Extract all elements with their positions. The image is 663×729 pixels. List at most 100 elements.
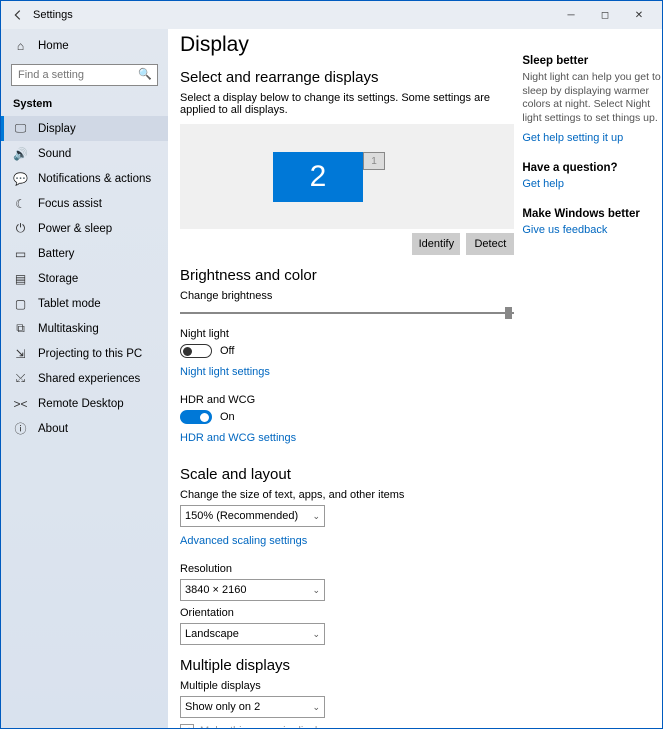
resolution-select[interactable]: 3840 × 2160 ⌄ bbox=[180, 579, 325, 601]
search-icon: 🔍 bbox=[138, 68, 152, 81]
chevron-down-icon: ⌄ bbox=[312, 702, 320, 713]
get-help-link[interactable]: Get help bbox=[522, 178, 564, 190]
question-heading: Have a question? bbox=[522, 162, 662, 174]
notifications-icon: 💬 bbox=[13, 172, 28, 186]
orientation-value: Landscape bbox=[185, 628, 239, 640]
nav-label: Shared experiences bbox=[38, 373, 140, 385]
multitask-icon: ⧉ bbox=[13, 321, 28, 336]
monitor-1[interactable]: 1 bbox=[363, 152, 385, 170]
scale-select[interactable]: 150% (Recommended) ⌄ bbox=[180, 505, 325, 527]
search-input[interactable] bbox=[11, 64, 158, 86]
sleep-link[interactable]: Get help setting it up bbox=[522, 132, 623, 144]
main-display-label: Make this my main display bbox=[200, 725, 329, 728]
multiple-heading: Multiple displays bbox=[180, 657, 514, 674]
resolution-value: 3840 × 2160 bbox=[185, 584, 246, 596]
nav-label: Focus assist bbox=[38, 198, 102, 210]
brightness-heading: Brightness and color bbox=[180, 267, 514, 284]
project-icon: ⇲ bbox=[13, 347, 28, 361]
storage-icon: ▤ bbox=[13, 272, 28, 286]
scale-heading: Scale and layout bbox=[180, 466, 514, 483]
monitor-2[interactable]: 2 bbox=[273, 152, 363, 202]
tablet-icon: ▢ bbox=[13, 297, 28, 311]
nav-label: About bbox=[38, 423, 68, 435]
sidebar-item-multitasking[interactable]: ⧉ Multitasking bbox=[1, 316, 168, 341]
nav-label: Display bbox=[38, 123, 76, 135]
page-title: Display bbox=[180, 33, 514, 57]
nav-label: Projecting to this PC bbox=[38, 348, 142, 360]
nightlight-link[interactable]: Night light settings bbox=[180, 366, 270, 378]
sidebar-item-projecting[interactable]: ⇲ Projecting to this PC bbox=[1, 341, 168, 366]
nav-label: Sound bbox=[38, 148, 71, 160]
power-icon: ⏻ bbox=[13, 221, 28, 236]
orientation-select[interactable]: Landscape ⌄ bbox=[180, 623, 325, 645]
sidebar-item-sound[interactable]: 🔊 Sound bbox=[1, 141, 168, 166]
multiple-select[interactable]: Show only on 2 ⌄ bbox=[180, 696, 325, 718]
chevron-down-icon: ⌄ bbox=[312, 585, 320, 596]
sidebar-item-about[interactable]: ⓘ About bbox=[1, 416, 168, 441]
help-pane: Sleep better Night light can help you ge… bbox=[514, 31, 662, 728]
sidebar-item-notifications[interactable]: 💬 Notifications & actions bbox=[1, 166, 168, 191]
nav-label: Multitasking bbox=[38, 323, 99, 335]
home-nav[interactable]: ⌂ Home bbox=[1, 33, 168, 58]
window-title: Settings bbox=[33, 9, 554, 21]
brightness-slider[interactable] bbox=[180, 312, 514, 314]
sidebar-item-tablet[interactable]: ▢ Tablet mode bbox=[1, 291, 168, 316]
sidebar-item-shared[interactable]: ⤩ Shared experiences bbox=[1, 366, 168, 391]
sound-icon: 🔊 bbox=[13, 147, 28, 161]
close-button[interactable]: ✕ bbox=[622, 4, 656, 26]
resolution-label: Resolution bbox=[180, 563, 514, 575]
display-icon: 🖵 bbox=[13, 121, 28, 136]
multiple-value: Show only on 2 bbox=[185, 701, 260, 713]
focus-icon: ☾ bbox=[13, 197, 28, 211]
nav-label: Battery bbox=[38, 248, 74, 260]
nightlight-state: Off bbox=[220, 345, 234, 357]
sleep-heading: Sleep better bbox=[522, 55, 662, 67]
hdr-label: HDR and WCG bbox=[180, 394, 514, 406]
display-arrangement[interactable]: 2 1 bbox=[180, 124, 514, 229]
scale-label: Change the size of text, apps, and other… bbox=[180, 489, 514, 501]
multiple-label: Multiple displays bbox=[180, 680, 514, 692]
shared-icon: ⤩ bbox=[13, 371, 28, 386]
orientation-label: Orientation bbox=[180, 607, 514, 619]
advanced-scaling-link[interactable]: Advanced scaling settings bbox=[180, 535, 307, 547]
brightness-label: Change brightness bbox=[180, 290, 514, 302]
remote-icon: >< bbox=[13, 397, 28, 411]
detect-button[interactable]: Detect bbox=[466, 233, 514, 255]
nav-label: Power & sleep bbox=[38, 223, 112, 235]
identify-button[interactable]: Identify bbox=[412, 233, 460, 255]
sidebar: ⌂ Home 🔍 System 🖵 Display 🔊 Sound 💬 Noti… bbox=[1, 29, 168, 728]
hdr-toggle[interactable] bbox=[180, 410, 212, 424]
feedback-link[interactable]: Give us feedback bbox=[522, 224, 607, 236]
feedback-heading: Make Windows better bbox=[522, 208, 662, 220]
nav-label: Remote Desktop bbox=[38, 398, 124, 410]
rearrange-subtext: Select a display below to change its set… bbox=[180, 92, 514, 116]
home-label: Home bbox=[38, 40, 69, 52]
sidebar-item-storage[interactable]: ▤ Storage bbox=[1, 266, 168, 291]
maximize-button[interactable]: ◻ bbox=[588, 4, 622, 26]
back-button[interactable] bbox=[7, 4, 29, 26]
battery-icon: ▭ bbox=[13, 247, 28, 261]
sidebar-item-battery[interactable]: ▭ Battery bbox=[1, 241, 168, 266]
nightlight-toggle[interactable] bbox=[180, 344, 212, 358]
titlebar: Settings ─ ◻ ✕ bbox=[1, 1, 662, 29]
hdr-state: On bbox=[220, 411, 235, 423]
scale-value: 150% (Recommended) bbox=[185, 510, 298, 522]
chevron-down-icon: ⌄ bbox=[312, 629, 320, 640]
home-icon: ⌂ bbox=[13, 39, 28, 53]
nav-label: Storage bbox=[38, 273, 78, 285]
sidebar-item-display[interactable]: 🖵 Display bbox=[1, 116, 168, 141]
sidebar-item-power[interactable]: ⏻ Power & sleep bbox=[1, 216, 168, 241]
main-display-checkbox: ✓ bbox=[180, 724, 194, 728]
sleep-text: Night light can help you get to sleep by… bbox=[522, 71, 662, 126]
section-label: System bbox=[1, 90, 168, 116]
chevron-down-icon: ⌄ bbox=[312, 511, 320, 522]
sidebar-item-remote[interactable]: >< Remote Desktop bbox=[1, 391, 168, 416]
sidebar-item-focus-assist[interactable]: ☾ Focus assist bbox=[1, 191, 168, 216]
minimize-button[interactable]: ─ bbox=[554, 4, 588, 26]
nav-label: Tablet mode bbox=[38, 298, 101, 310]
hdr-link[interactable]: HDR and WCG settings bbox=[180, 432, 296, 444]
nightlight-label: Night light bbox=[180, 328, 514, 340]
rearrange-heading: Select and rearrange displays bbox=[180, 69, 514, 86]
nav-label: Notifications & actions bbox=[38, 173, 151, 185]
about-icon: ⓘ bbox=[13, 420, 28, 437]
